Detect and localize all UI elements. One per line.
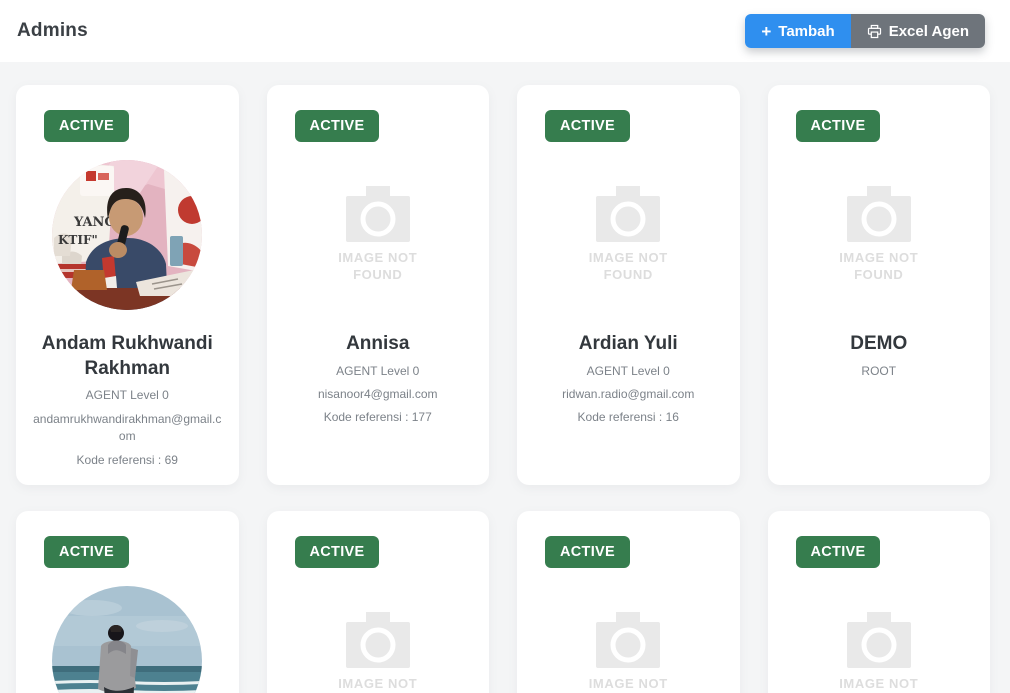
svg-text:KTIF": KTIF" xyxy=(58,233,98,247)
printer-icon xyxy=(867,24,882,39)
image-not-found-text: IMAGE NOT FOUND xyxy=(839,676,919,693)
status-badge: ACTIVE xyxy=(44,110,129,142)
image-not-found-text: IMAGE NOT FOUND xyxy=(839,250,919,282)
status-badge: ACTIVE xyxy=(795,536,881,568)
image-not-found-placeholder: IMAGE NOT FOUND xyxy=(335,186,421,283)
member-kode: Kode referensi : 177 xyxy=(323,410,432,425)
admin-card: ACTIVE xyxy=(16,511,239,693)
admin-card: ACTIVE IMAGE NOT FOUND Annisa AGENT Leve… xyxy=(266,85,489,485)
page-title: Admins xyxy=(17,20,88,41)
card-image-area xyxy=(32,568,223,693)
card-image-area: IMAGE NOT FOUND xyxy=(533,568,724,693)
admin-card: ACTIVE IMAGE NOT FOUND Ardian Yuli AGENT… xyxy=(517,85,740,485)
member-role: ROOT xyxy=(861,363,897,378)
card-image-area: YANG KTIF" xyxy=(32,142,223,327)
member-role: AGENT Level 0 xyxy=(336,363,420,378)
member-role: AGENT Level 0 xyxy=(85,388,169,403)
image-not-found-placeholder: IMAGE NOT FOUND xyxy=(585,186,671,283)
card-image-area: IMAGE NOT FOUND xyxy=(533,142,724,327)
camera-icon xyxy=(345,186,410,243)
status-badge: ACTIVE xyxy=(545,110,630,142)
tambah-button-label: Tambah xyxy=(778,22,835,40)
tambah-button[interactable]: + Tambah xyxy=(745,14,851,48)
member-kode: Kode referensi : 16 xyxy=(577,410,679,425)
member-kode: Kode referensi : 69 xyxy=(76,452,178,467)
admin-card: ACTIVE YANG KTIF" Andam Rukhwandi Rakhma… xyxy=(16,85,239,485)
admin-card: ACTIVE IMAGE NOT FOUND xyxy=(266,511,489,693)
status-badge: ACTIVE xyxy=(294,536,380,568)
member-email: andamrukhwandirakhman@gmail.com xyxy=(33,411,222,444)
plus-icon: + xyxy=(761,21,772,41)
image-not-found-text: IMAGE NOT FOUND xyxy=(588,676,668,693)
toolbar-button-group: + Tambah Excel Agen xyxy=(745,14,985,48)
top-header: Admins + Tambah Excel Agen xyxy=(0,0,1010,62)
camera-icon xyxy=(596,612,661,669)
card-image-area: IMAGE NOT FOUND xyxy=(784,568,975,693)
member-name: Annisa xyxy=(346,333,410,354)
image-not-found-text: IMAGE NOT FOUND xyxy=(588,250,668,282)
camera-icon xyxy=(596,186,661,243)
image-not-found-placeholder: IMAGE NOT FOUND xyxy=(585,612,671,693)
status-badge: ACTIVE xyxy=(294,110,380,142)
admin-card: ACTIVE IMAGE NOT FOUND DEMO ROOT xyxy=(767,85,990,485)
member-role: AGENT Level 0 xyxy=(586,363,670,378)
admin-card: ACTIVE IMAGE NOT FOUND xyxy=(767,511,990,693)
excel-agen-button-label: Excel Agen xyxy=(888,22,969,40)
status-badge: ACTIVE xyxy=(44,536,129,568)
member-name: Andam Rukhwandi Rakhman xyxy=(41,333,213,379)
card-image-area: IMAGE NOT FOUND xyxy=(283,568,474,693)
admin-grid: ACTIVE YANG KTIF" Andam Rukhwandi Rakhma… xyxy=(0,62,1010,693)
member-email: ridwan.radio@gmail.com xyxy=(562,387,695,402)
image-not-found-placeholder: IMAGE NOT FOUND xyxy=(836,612,922,693)
camera-icon xyxy=(345,612,410,669)
profile-photo: YANG KTIF" xyxy=(52,159,203,310)
image-not-found-text: IMAGE NOT FOUND xyxy=(338,676,418,693)
profile-photo xyxy=(52,585,203,693)
member-name: DEMO xyxy=(850,333,908,354)
status-badge: ACTIVE xyxy=(545,536,630,568)
card-image-area: IMAGE NOT FOUND xyxy=(784,142,975,327)
status-badge: ACTIVE xyxy=(795,110,881,142)
image-not-found-placeholder: IMAGE NOT FOUND xyxy=(335,612,421,693)
member-name: Ardian Yuli xyxy=(578,333,678,354)
camera-icon xyxy=(846,612,911,669)
member-email: nisanoor4@gmail.com xyxy=(317,387,438,402)
image-not-found-placeholder: IMAGE NOT FOUND xyxy=(836,186,922,283)
admin-card: ACTIVE IMAGE NOT FOUND xyxy=(517,511,740,693)
excel-agen-button[interactable]: Excel Agen xyxy=(850,14,985,48)
camera-icon xyxy=(846,186,911,243)
card-image-area: IMAGE NOT FOUND xyxy=(283,142,474,327)
image-not-found-text: IMAGE NOT FOUND xyxy=(338,250,418,282)
